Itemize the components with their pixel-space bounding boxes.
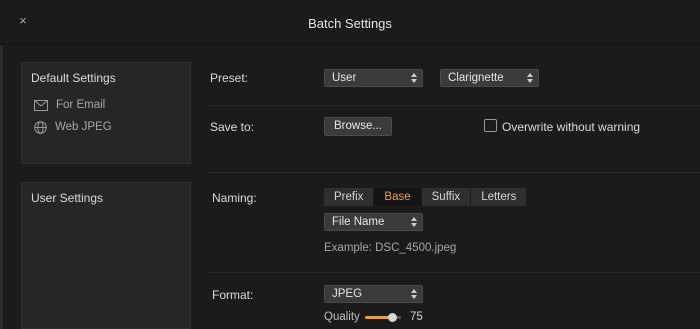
format-select[interactable]: JPEG [324,285,423,303]
naming-tabs: Prefix Base Suffix Letters [324,188,528,206]
default-settings-heading: Default Settings [31,71,116,85]
preset-type-value: User [332,72,357,84]
section-divider [208,172,700,173]
quality-slider-thumb[interactable] [388,313,397,322]
chevron-updown-icon [411,289,417,299]
chevron-updown-icon [411,217,417,227]
tab-suffix[interactable]: Suffix [421,188,472,206]
quality-value: 75 [410,311,423,323]
preset-item-for-email[interactable]: For Email [34,96,105,114]
user-settings-panel: User Settings [21,182,191,329]
preset-name-select[interactable]: Clarignette [440,69,539,87]
naming-field-select[interactable]: File Name [324,213,423,231]
quality-label: Quality [324,311,360,323]
user-settings-heading: User Settings [31,191,104,205]
preset-item-web-jpeg[interactable]: Web JPEG [34,118,112,136]
preset-name-value: Clarignette [448,72,504,84]
naming-label: Naming: [212,191,257,205]
tab-letters[interactable]: Letters [471,188,528,206]
preset-item-label: Web JPEG [55,121,112,133]
section-divider [208,105,700,106]
preset-label: Preset: [210,71,249,85]
default-settings-panel: Default Settings For Email Web JPEG [21,62,191,164]
quality-slider[interactable] [365,313,401,322]
chevron-updown-icon [411,73,417,83]
format-label: Format: [212,288,254,302]
section-divider [208,272,700,273]
naming-example: Example: DSC_4500.jpeg [324,242,457,254]
tab-base[interactable]: Base [374,188,422,206]
format-value: JPEG [332,288,363,300]
browse-button[interactable]: Browse... [324,117,392,136]
globe-icon [34,120,47,134]
title-bar: × Batch Settings [0,0,700,45]
tab-prefix[interactable]: Prefix [324,188,375,206]
preset-item-label: For Email [56,99,106,111]
overwrite-checkbox[interactable] [484,119,497,132]
naming-field-value: File Name [332,216,385,228]
overwrite-label: Overwrite without warning [502,120,641,134]
chevron-updown-icon [527,73,533,83]
save-to-label: Save to: [210,120,255,134]
left-edge-strip [0,45,3,329]
window-title: Batch Settings [308,16,392,31]
preset-type-select[interactable]: User [324,69,423,87]
envelope-icon [34,99,48,111]
